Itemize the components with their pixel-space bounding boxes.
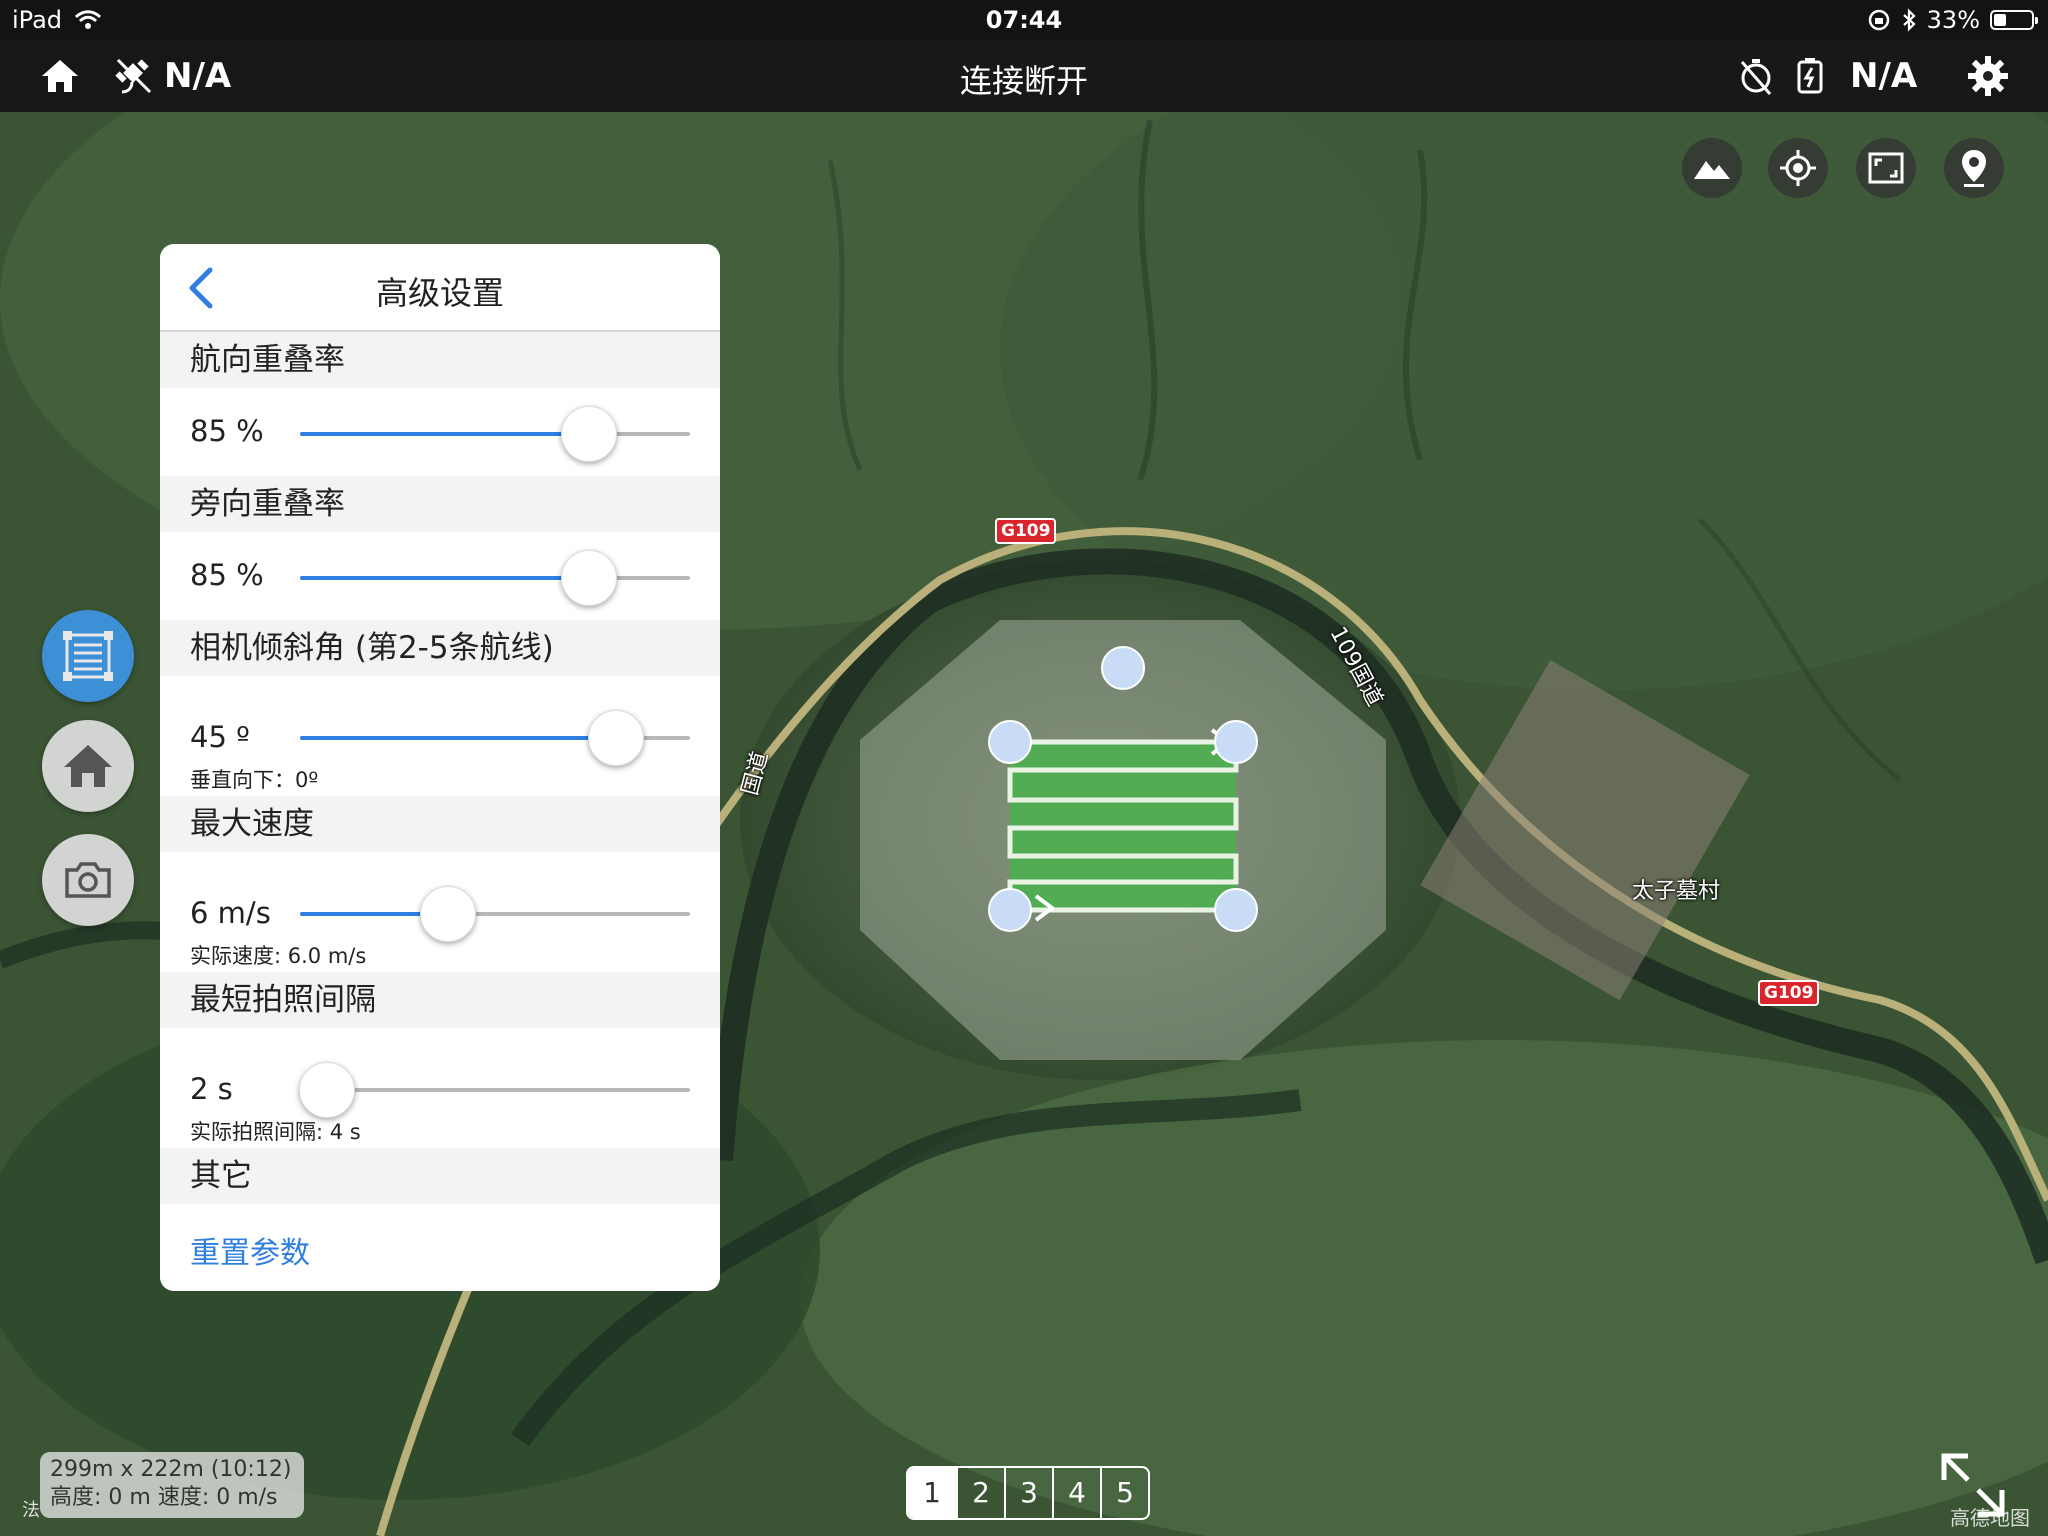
corner-handle [988, 888, 1032, 932]
page-button-2[interactable]: 2 [956, 1468, 1004, 1518]
crosshair-icon [1780, 150, 1816, 186]
area-dimensions: 299m x 222m (10:12) [50, 1457, 292, 1482]
panel-title: 高级设置 [375, 274, 504, 312]
rotate-handle [1101, 646, 1145, 690]
actual-interval-note: 实际拍照间隔: 4 s [190, 1120, 361, 1144]
slider-knob[interactable] [420, 886, 477, 942]
reset-params-button[interactable]: 重置参数 [190, 1228, 310, 1272]
altitude-speed: 高度: 0 m 速度: 0 m/s [50, 1485, 278, 1510]
camera-tilt-row: 45 º 垂直向下：0º [160, 676, 720, 796]
clock: 07:44 [985, 6, 1063, 34]
corner-handle [1214, 888, 1258, 932]
survey-frame-icon [63, 631, 113, 681]
forward-overlap-header: 航向重叠率 [160, 332, 720, 388]
camera-tilt-header: 相机倾斜角 (第2-5条航线) [160, 620, 720, 676]
survey-area-tool[interactable] [42, 610, 134, 702]
corner-handle [988, 720, 1032, 764]
page-button-1[interactable]: 1 [908, 1468, 956, 1518]
flight-path [1007, 728, 1239, 922]
slider-knob[interactable] [299, 1062, 356, 1118]
page-button-3[interactable]: 3 [1004, 1468, 1052, 1518]
battery-icon [1990, 10, 2038, 30]
forward-overlap-row: 85 % [160, 388, 720, 476]
slider-knob[interactable] [560, 406, 617, 462]
side-overlap-value: 85 % [190, 558, 264, 592]
camera-tilt-slider[interactable] [300, 710, 690, 766]
max-speed-row: 6 m/s 实际速度: 6.0 m/s [160, 852, 720, 972]
info-side-text: 法 [22, 1500, 40, 1521]
road-badge: G109 [995, 518, 1057, 544]
max-speed-slider[interactable] [300, 886, 690, 942]
side-overlap-header: 旁向重叠率 [160, 476, 720, 532]
status-bar: iPad 07:44 33% [0, 0, 2048, 40]
home-icon [64, 745, 112, 787]
actual-speed-note: 实际速度: 6.0 m/s [190, 944, 367, 968]
slider-knob[interactable] [560, 550, 617, 606]
page-button-4[interactable]: 4 [1052, 1468, 1100, 1518]
camera-tilt-note: 垂直向下：0º [190, 768, 319, 792]
forward-overlap-value: 85 % [190, 414, 264, 448]
settings-gear-icon[interactable] [1966, 54, 2010, 98]
min-interval-header: 最短拍照间隔 [160, 972, 720, 1028]
advanced-settings-panel: 高级设置 航向重叠率 85 % 旁向重叠率 85 % 相机倾斜角 (第2-5条航… [160, 244, 720, 1291]
road-badge: G109 [1758, 980, 1820, 1006]
remote-battery-icon [1797, 58, 1823, 94]
page-button-5[interactable]: 5 [1100, 1468, 1148, 1518]
top-nav-bar: N/A 连接断开 N/A [0, 40, 2048, 112]
other-header: 其它 [160, 1148, 720, 1204]
timer-off-icon [1740, 59, 1772, 95]
battery-percent: 33% [1926, 6, 1980, 34]
other-row: 重置参数 [160, 1204, 720, 1291]
rotation-lock-icon [1868, 9, 1889, 31]
min-interval-slider[interactable] [299, 1062, 690, 1118]
fit-view-button[interactable] [1856, 138, 1916, 198]
return-home-tool[interactable] [42, 720, 134, 812]
page-selector: 12345 [906, 1466, 1150, 1520]
max-speed-header: 最大速度 [160, 796, 720, 852]
camera-icon [65, 862, 111, 898]
location-pin-icon [1962, 150, 1986, 187]
panel-header: 高级设置 [160, 244, 720, 332]
side-overlap-row: 85 % [160, 532, 720, 620]
mission-info-box: 299m x 222m (10:12) 高度: 0 m 速度: 0 m/s [40, 1452, 304, 1518]
camera-tool[interactable] [42, 834, 134, 926]
locate-button[interactable] [1768, 138, 1828, 198]
map-pin-button[interactable] [1944, 138, 2004, 198]
min-interval-value: 2 s [190, 1072, 233, 1106]
village-label: 太子墓村 [1632, 879, 1721, 904]
remote-status: N/A [1850, 56, 1918, 96]
terrain-toggle-button[interactable] [1682, 138, 1742, 198]
frame-icon [1868, 152, 1904, 184]
map-watermark: 高德地图 [1950, 1506, 2030, 1530]
corner-handle [1214, 720, 1258, 764]
min-interval-row: 2 s 实际拍照间隔: 4 s [160, 1028, 720, 1148]
slider-knob[interactable] [587, 710, 644, 766]
camera-tilt-value: 45 º [190, 720, 250, 754]
bluetooth-icon [1902, 8, 1916, 32]
max-speed-value: 6 m/s [190, 896, 271, 930]
mountain-icon [1694, 161, 1730, 179]
side-overlap-slider[interactable] [300, 550, 690, 606]
forward-overlap-slider[interactable] [300, 406, 690, 462]
